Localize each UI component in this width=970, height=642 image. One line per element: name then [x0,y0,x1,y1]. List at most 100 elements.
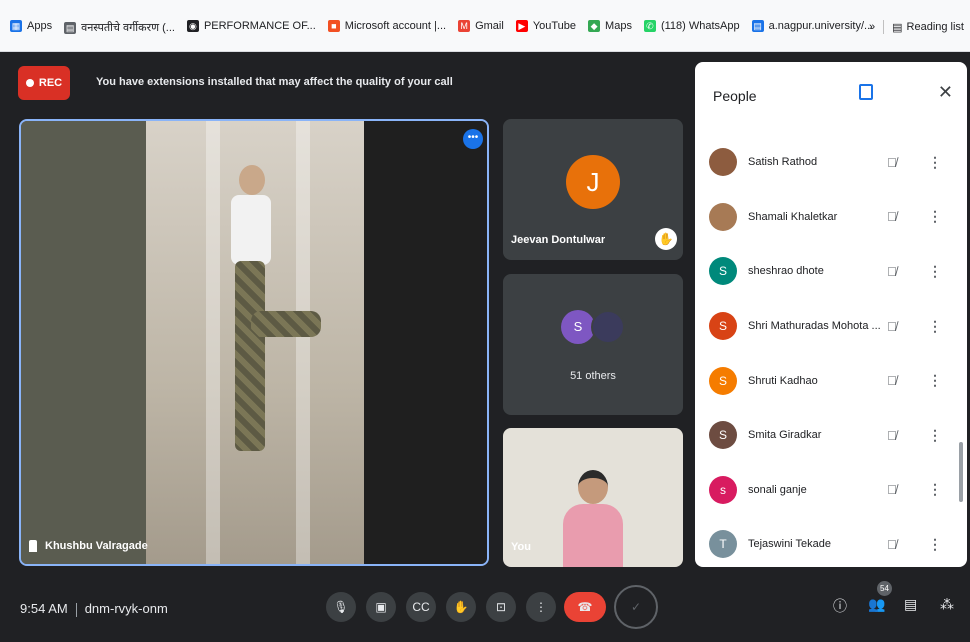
host-controls-icon[interactable] [859,84,873,100]
list-item[interactable]: S Smita Giradkar 🎙̸ ⋮ [695,408,967,463]
gmail-icon: M [458,20,471,32]
participant-name: Tejaswini Tekade [748,538,831,551]
record-icon [25,79,34,87]
bookmark-2[interactable]: ◉ PERFORMANCE OF... [186,20,316,32]
participant-count-badge: 54 [877,581,892,596]
more-vert-icon[interactable]: ⋮ [928,318,942,335]
avatar: S [709,421,737,450]
activities-icon[interactable]: ⁂ [940,596,954,613]
mic-off-icon: 🎙̸ [887,427,897,443]
rec-badge[interactable]: REC [18,66,70,100]
participant-name: Shruti Kadhao [748,374,818,387]
mic-icon: 🎙 [333,600,349,614]
self-tile[interactable]: You [503,428,683,567]
hand-icon: ✋ [453,600,469,614]
participant-name: Shamali Khaletkar [748,210,838,223]
close-icon[interactable]: ✕ [938,82,953,103]
captions-button[interactable]: CC [406,592,436,622]
present-button[interactable]: ⊡ [486,592,516,622]
meeting-details-icon[interactable]: ⓘ [833,596,847,616]
more-vert-icon[interactable]: ⋮ [928,263,942,280]
youtube-icon: ▶ [515,20,528,32]
video-dark-area [364,121,487,564]
main-video-tile[interactable]: ••• Khushbu Valragade [19,119,489,566]
mic-off-icon: 🎙̸ [887,318,897,334]
leave-call-button[interactable]: ☎ [564,592,606,622]
list-item[interactable]: Shamali Khaletkar 🎙̸ ⋮ [695,190,967,245]
mic-off-icon: 🎙̸ [887,154,897,170]
participant-list: Satish Rathod 🎙̸ ⋮ Shamali Khaletkar 🎙̸ … [695,135,967,567]
people-icon[interactable]: 👥 [868,596,885,613]
whatsapp-icon: ✆ [643,20,656,32]
extension-button[interactable]: ✓ [614,585,658,629]
shared-screen-overlay [21,121,146,564]
avatar: J [566,155,620,209]
participant-name: sonali ganje [748,483,807,496]
microsoft-icon: ■ [327,20,340,32]
list-item[interactable]: T Tejaswini Tekade 🎙̸ ⋮ [695,517,967,567]
more-vert-icon[interactable]: ⋮ [928,481,942,498]
pin-icon [29,540,37,552]
raised-hand-icon: ✋ [655,228,677,250]
bookmark-3[interactable]: ■ Microsoft account |... [327,20,446,32]
participant-name: Satish Rathod [748,156,818,169]
main-tile-name: Khushbu Valragade [29,540,148,552]
reading-list-button[interactable]: Reading list [907,21,964,33]
mic-off-icon: 🎙̸ [887,263,897,279]
bookmark-4[interactable]: M Gmail [458,20,504,32]
scrollbar[interactable] [959,442,963,502]
others-tile[interactable]: S 51 others [503,274,683,415]
participant-name: Shri Mathuradas Mohota ... [748,320,881,333]
avatar [709,148,737,177]
more-vert-icon[interactable]: ⋮ [928,372,942,389]
list-item[interactable]: s sonali ganje 🎙̸ ⋮ [695,463,967,518]
list-item[interactable]: S Shri Mathuradas Mohota ... 🎙̸ ⋮ [695,299,967,354]
camera-icon: ▣ [375,600,387,614]
bookmark-7[interactable]: ✆ (118) WhatsApp [643,20,740,32]
globe-icon: ◉ [186,20,199,32]
meeting-time: 9:54 AM [20,601,68,616]
list-item[interactable]: S Shruti Kadhao 🎙̸ ⋮ [695,353,967,408]
more-bookmarks-button[interactable]: » [869,21,875,33]
mic-off-icon: 🎙̸ [887,373,897,389]
figure-head [239,165,265,195]
list-item[interactable]: S sheshrao dhote 🎙̸ ⋮ [695,244,967,299]
more-vert-icon[interactable]: ⋮ [928,154,942,171]
camera-button[interactable]: ▣ [366,592,396,622]
bookmark-5[interactable]: ▶ YouTube [515,20,576,32]
reading-list-icon: ▤ [892,21,903,34]
people-header: People ✕ [695,62,967,122]
bookmark-8[interactable]: ▤ a.nagpur.university/... [751,20,873,32]
hang-up-icon: ☎ [577,600,593,614]
maps-icon: ◆ [588,20,601,32]
more-vert-icon[interactable]: ⋮ [928,427,942,444]
captions-icon: CC [412,600,430,614]
bookmark-apps[interactable]: ▦ Apps [10,20,52,32]
participant-tile[interactable]: J Jeevan Dontulwar ✋ [503,119,683,260]
avatar: s [709,475,737,504]
divider [883,20,885,34]
bookmark-6[interactable]: ◆ Maps [588,20,632,32]
chat-icon[interactable]: ▤ [904,596,917,613]
divider [75,602,77,617]
more-vert-icon[interactable]: ⋮ [928,208,942,225]
people-panel: People ✕ Satish Rathod 🎙̸ ⋮ Shamali Khal… [695,62,967,567]
meeting-code: dnm-rvyk-onm [84,601,168,616]
raise-hand-button[interactable]: ✋ [446,592,476,622]
figure-leg [235,261,265,451]
list-item[interactable]: Satish Rathod 🎙̸ ⋮ [695,135,967,190]
meeting-info: 9:54 AM dnm-rvyk-onm [20,601,168,617]
more-options-icon[interactable]: ••• [463,129,483,149]
mic-button[interactable]: 🎙 [326,592,356,622]
more-vert-icon[interactable]: ⋮ [928,536,942,553]
bookmark-1[interactable]: ▤ वनस्पतीचे वर्गीकरण (... [64,20,175,35]
present-icon: ⊡ [495,600,507,614]
more-options-button[interactable]: ⋮ [526,592,556,622]
self-head [578,470,608,504]
self-body [563,504,623,567]
avatar [709,202,737,231]
panel-title: People [713,88,757,104]
check-icon: ✓ [630,600,642,614]
avatar-photo [591,310,625,344]
avatar: T [709,530,737,559]
